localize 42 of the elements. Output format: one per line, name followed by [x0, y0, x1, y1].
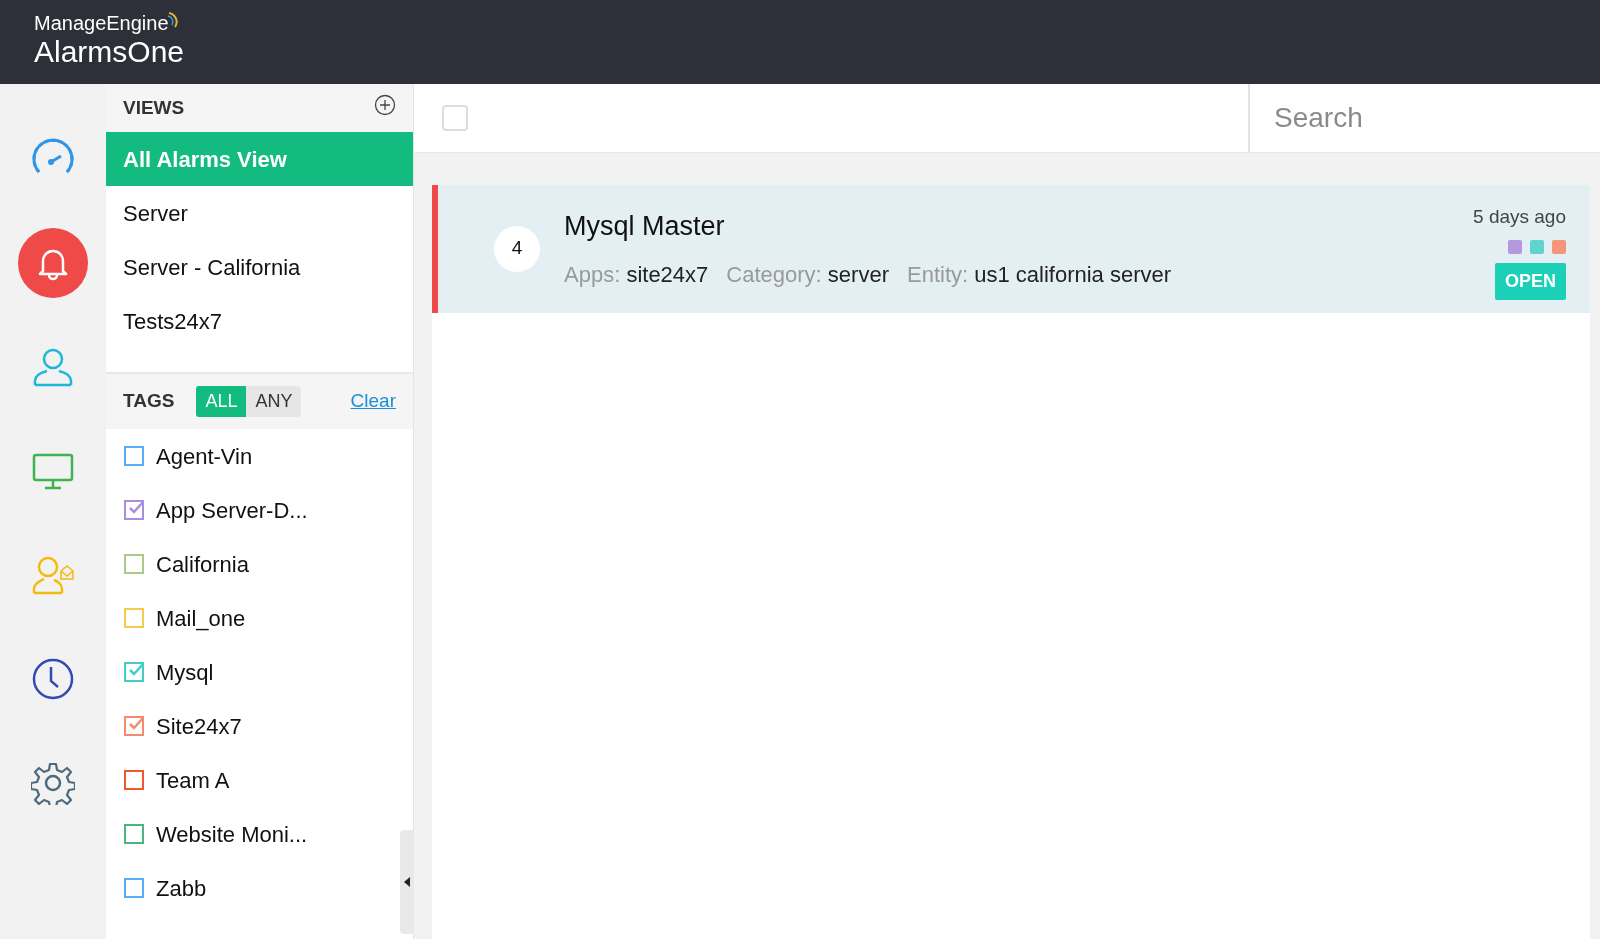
- tag-checkbox[interactable]: [124, 554, 144, 574]
- tag-label: Website Moni...: [156, 820, 308, 849]
- alarm-field: Entity: us1 california server: [906, 258, 1172, 292]
- tag-checkbox[interactable]: [124, 608, 144, 628]
- alarm-card[interactable]: 4 Mysql Master Apps: site24x7 Category: server Entity: us1 california server 5 days ago OPEN: [432, 184, 1590, 313]
- section-heading: VIEWS: [123, 95, 185, 120]
- collapse-handle[interactable]: [400, 830, 414, 934]
- status-badge: OPEN: [1495, 263, 1566, 301]
- tag-label: Team A: [156, 766, 230, 795]
- select-all-checkbox[interactable]: [442, 104, 468, 131]
- clock-icon: [31, 657, 75, 701]
- tag-checkbox[interactable]: [124, 500, 144, 520]
- tag-label: Mail_one: [156, 604, 246, 633]
- caret-icon: [404, 877, 410, 887]
- tag-checkbox[interactable]: [124, 770, 144, 790]
- match-mode-toggle[interactable]: ANY: [246, 386, 302, 417]
- tag-checkbox[interactable]: [124, 824, 144, 844]
- alarm-time: 5 days ago: [1473, 204, 1566, 229]
- tag-checkbox[interactable]: [124, 878, 144, 898]
- alarm-title: Mysql Master: [564, 210, 726, 243]
- tag-label: Zabb: [156, 874, 207, 903]
- gear-icon: [31, 761, 75, 805]
- add-icon[interactable]: [374, 94, 396, 116]
- tag-label: App Server-D...: [156, 496, 308, 525]
- tag-label: Site24x7: [156, 712, 242, 741]
- alarm-field: Apps: site24x7: [564, 258, 709, 292]
- tag-label: Mysql: [156, 658, 214, 687]
- tag-label: Agent-Vin: [156, 442, 253, 471]
- view-item[interactable]: Server: [106, 186, 413, 240]
- tag-checkbox[interactable]: [124, 716, 144, 736]
- alarm-count: 4: [494, 225, 540, 272]
- tag-checkbox[interactable]: [124, 446, 144, 466]
- arc-logo-icon: [166, 11, 179, 30]
- view-item[interactable]: Tests24x7: [106, 294, 413, 348]
- search-field[interactable]: Search: [1248, 84, 1600, 153]
- section-heading: TAGS: [123, 389, 175, 414]
- tag-label: California: [156, 550, 249, 579]
- product-name: AlarmsOne: [34, 34, 186, 71]
- brand-name: ManageEngine: [34, 13, 169, 34]
- tag-checkbox[interactable]: [124, 662, 144, 682]
- alarm-field: Category: server: [726, 258, 889, 292]
- view-item[interactable]: Server - California: [106, 240, 413, 294]
